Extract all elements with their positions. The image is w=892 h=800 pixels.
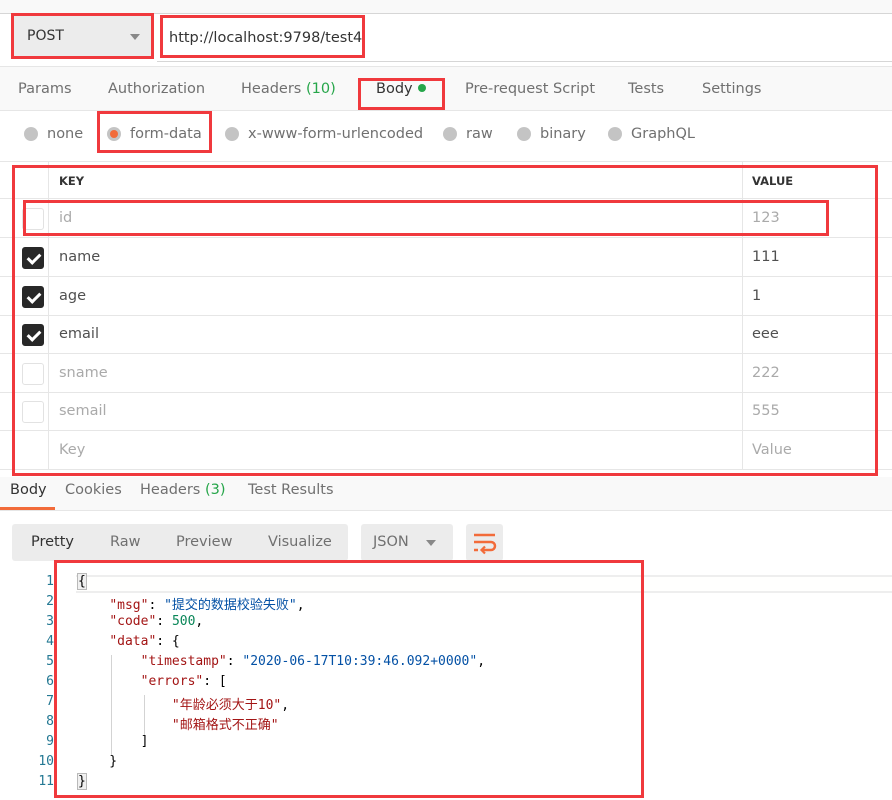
response-tab-test-results[interactable]: Test Results bbox=[248, 482, 334, 498]
format-label: JSON bbox=[373, 534, 409, 550]
row-value[interactable]: 111 bbox=[752, 249, 780, 265]
request-tabs: Params Authorization Headers (10) Body P… bbox=[0, 66, 892, 111]
radio-binary[interactable]: binary bbox=[517, 126, 586, 142]
response-tab-headers[interactable]: Headers (3) bbox=[140, 482, 226, 498]
row-value[interactable]: 555 bbox=[752, 403, 780, 419]
format-select[interactable]: JSON bbox=[361, 524, 453, 561]
headers-count: (10) bbox=[305, 81, 336, 97]
chevron-down-icon bbox=[130, 34, 140, 40]
code-line: 9 ] bbox=[46, 734, 149, 749]
response-tabs: Body Cookies Headers (3) Test Results bbox=[0, 477, 892, 511]
table-row: sname 222 bbox=[0, 354, 892, 393]
code-line: 6 "errors": [ bbox=[46, 674, 227, 689]
tab-authorization[interactable]: Authorization bbox=[108, 81, 205, 97]
method-label: POST bbox=[27, 28, 64, 44]
table-row: id 123 bbox=[0, 199, 892, 238]
new-row: Key Value bbox=[0, 431, 892, 470]
response-tab-cookies[interactable]: Cookies bbox=[65, 482, 122, 498]
radio-circle-icon bbox=[225, 127, 239, 141]
view-preview-button[interactable]: Preview bbox=[176, 534, 232, 550]
row-value[interactable]: eee bbox=[752, 326, 779, 342]
brace-open: { bbox=[77, 573, 87, 590]
url-input[interactable]: http://localhost:9798/test4 bbox=[157, 15, 892, 62]
brace-close: } bbox=[77, 773, 87, 790]
response-active-tab-underline bbox=[0, 507, 55, 510]
url-text: http://localhost:9798/test4 bbox=[169, 30, 363, 46]
table-header: KEY VALUE bbox=[0, 161, 892, 199]
response-headers-count: (3) bbox=[204, 482, 226, 498]
table-row: semail 555 bbox=[0, 392, 892, 431]
row-key[interactable]: email bbox=[59, 326, 99, 342]
radio-none[interactable]: none bbox=[24, 126, 83, 142]
active-tab-underline bbox=[358, 107, 445, 110]
row-checkbox[interactable] bbox=[22, 286, 44, 308]
tab-settings[interactable]: Settings bbox=[702, 81, 761, 97]
tab-headers[interactable]: Headers (10) bbox=[241, 81, 336, 97]
code-line: 11 } bbox=[38, 773, 87, 790]
radio-circle-icon bbox=[24, 127, 38, 141]
row-key[interactable]: name bbox=[59, 249, 100, 265]
body-indicator-dot-icon bbox=[417, 84, 426, 92]
radio-raw[interactable]: raw bbox=[443, 126, 493, 142]
row-checkbox[interactable] bbox=[22, 401, 44, 423]
code-line: 4 "data": { bbox=[46, 634, 180, 649]
table-row: email eee bbox=[0, 315, 892, 354]
code-line: 1 { bbox=[46, 573, 87, 590]
response-tab-body[interactable]: Body bbox=[10, 482, 47, 498]
wrap-lines-button[interactable] bbox=[466, 524, 503, 561]
view-mode-group: Pretty Raw Preview Visualize bbox=[12, 524, 348, 561]
view-visualize-button[interactable]: Visualize bbox=[268, 534, 332, 550]
response-body-editor[interactable]: 1 { 2 "msg": "提交的数据校验失败", 3 "code": 500,… bbox=[0, 572, 892, 800]
tab-body[interactable]: Body bbox=[376, 81, 426, 97]
radio-circle-icon bbox=[608, 127, 622, 141]
row-key[interactable]: semail bbox=[59, 403, 107, 419]
new-value-input[interactable]: Value bbox=[752, 442, 792, 458]
chevron-down-icon bbox=[426, 540, 436, 546]
view-raw-button[interactable]: Raw bbox=[110, 534, 141, 550]
new-key-input[interactable]: Key bbox=[59, 442, 85, 458]
row-value[interactable]: 222 bbox=[752, 365, 780, 381]
table-row: name 111 bbox=[0, 238, 892, 277]
view-pretty-button[interactable]: Pretty bbox=[31, 534, 74, 550]
tab-params[interactable]: Params bbox=[18, 81, 72, 97]
row-checkbox[interactable] bbox=[22, 363, 44, 385]
row-key[interactable]: id bbox=[59, 210, 72, 226]
radio-circle-icon bbox=[517, 127, 531, 141]
row-value[interactable]: 123 bbox=[752, 210, 780, 226]
tab-tests[interactable]: Tests bbox=[628, 81, 664, 97]
top-strip bbox=[0, 0, 892, 14]
row-checkbox[interactable] bbox=[22, 247, 44, 269]
row-checkbox[interactable] bbox=[22, 324, 44, 346]
code-line: 10 } bbox=[38, 754, 118, 769]
radio-graphql[interactable]: GraphQL bbox=[608, 126, 695, 142]
method-select[interactable]: POST bbox=[12, 15, 153, 58]
radio-circle-icon bbox=[443, 127, 457, 141]
radio-circle-selected-icon bbox=[107, 127, 121, 141]
code-line: 8 "邮箱格式不正确" bbox=[46, 714, 279, 733]
row-checkbox[interactable] bbox=[22, 208, 44, 230]
code-line: 5 "timestamp": "2020-06-17T10:39:46.092+… bbox=[46, 654, 486, 669]
radio-form-data[interactable]: form-data bbox=[107, 126, 202, 142]
value-column-header: VALUE bbox=[752, 174, 794, 188]
table-row: age 1 bbox=[0, 277, 892, 316]
row-value[interactable]: 1 bbox=[752, 288, 761, 304]
row-key[interactable]: sname bbox=[59, 365, 108, 381]
code-line: 2 "msg": "提交的数据校验失败", bbox=[46, 594, 305, 613]
wrap-lines-icon bbox=[474, 533, 497, 555]
column-divider bbox=[742, 161, 743, 470]
code-line: 3 "code": 500, bbox=[46, 614, 204, 629]
column-divider bbox=[48, 161, 49, 470]
radio-x-www-form-urlencoded[interactable]: x-www-form-urlencoded bbox=[225, 126, 423, 142]
tab-pre-request-script[interactable]: Pre-request Script bbox=[465, 81, 595, 97]
code-line: 7 "年龄必须大于10", bbox=[46, 694, 290, 713]
row-key[interactable]: age bbox=[59, 288, 86, 304]
key-column-header: KEY bbox=[59, 174, 85, 188]
